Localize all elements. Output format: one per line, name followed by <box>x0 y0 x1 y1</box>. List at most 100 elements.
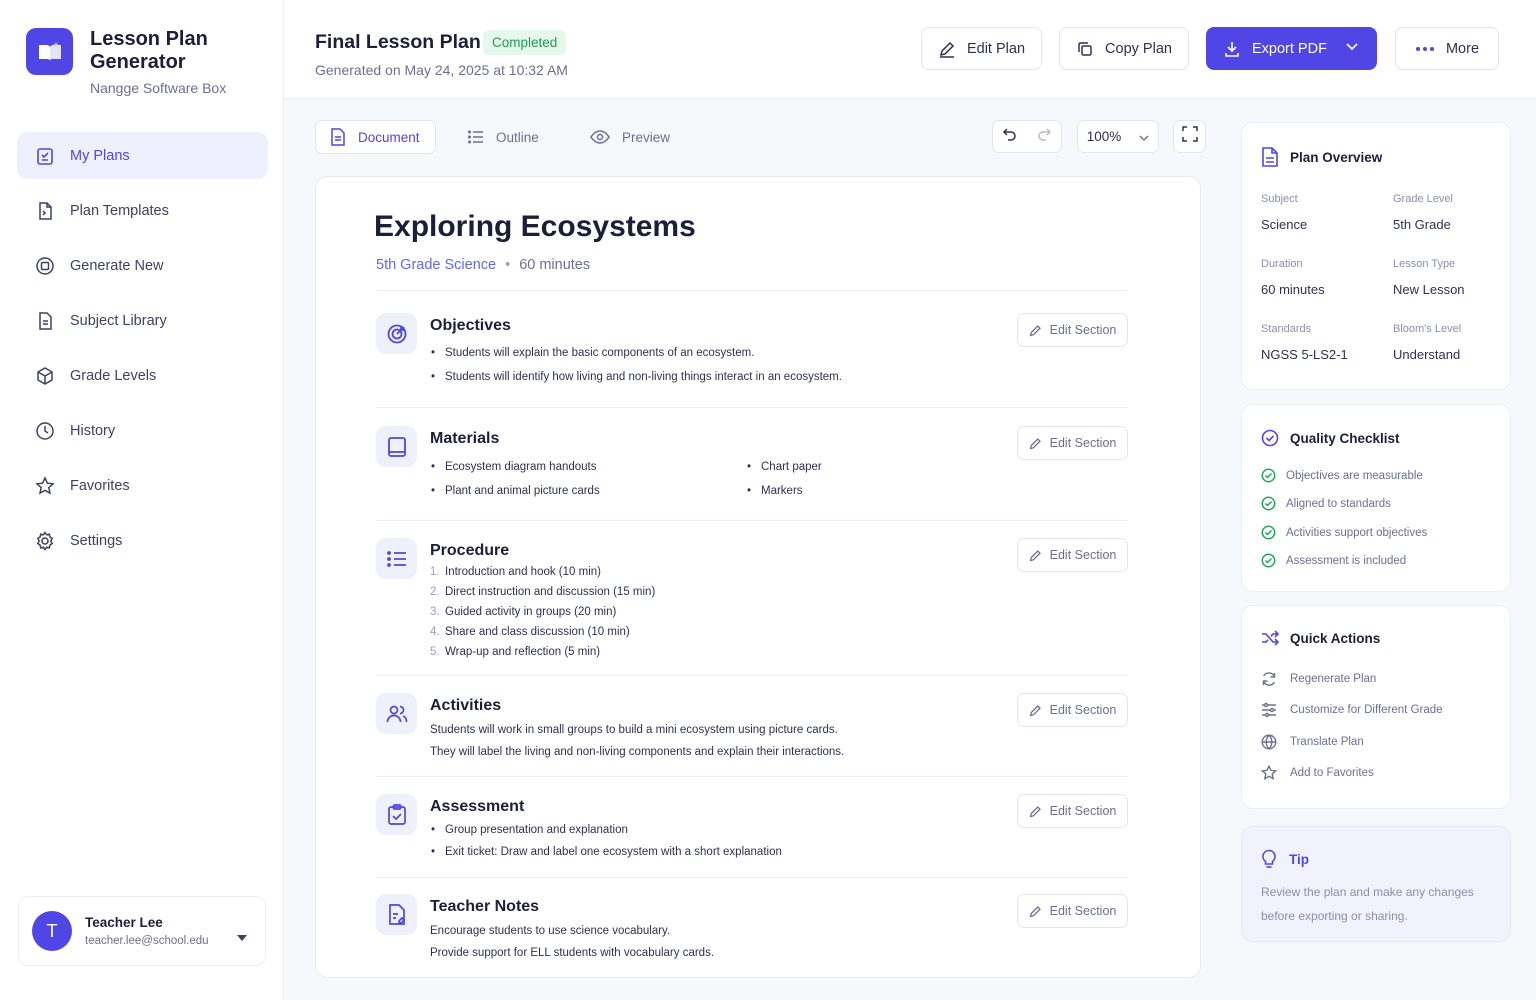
avatar: T <box>32 911 72 951</box>
assessment-list: Group presentation and explanation Exit … <box>430 819 782 863</box>
lightbulb-icon <box>1261 849 1277 869</box>
star-icon <box>34 475 56 497</box>
checklist-item: Assessment is included <box>1261 553 1406 568</box>
tab-outline[interactable]: Outline <box>454 120 558 154</box>
list-item: Exit ticket: Draw and label one ecosyste… <box>430 841 782 863</box>
sidebar-item-label: Generate New <box>70 257 164 274</box>
quick-action-customize[interactable]: Customize for Different Grade <box>1261 702 1443 718</box>
tab-preview[interactable]: Preview <box>576 120 686 154</box>
quick-action-favorite[interactable]: Add to Favorites <box>1261 765 1374 781</box>
quick-action-translate[interactable]: Translate Plan <box>1261 734 1364 750</box>
sidebar-item-my-plans[interactable]: My Plans <box>17 132 268 179</box>
tab-document[interactable]: Document <box>315 120 436 154</box>
list-item: 3. Guided activity in groups (20 min) <box>430 606 617 618</box>
section-procedure: Procedure Edit Section 1. Introduction an… <box>376 538 1128 676</box>
overview-value: 5th Grade <box>1393 217 1451 232</box>
list-item: Ecosystem diagram handouts <box>430 455 600 479</box>
document-icon <box>1261 147 1279 167</box>
pencil-icon <box>938 40 956 58</box>
checklist-item: Activities support objectives <box>1261 525 1427 540</box>
objectives-list: Students will explain the basic componen… <box>430 341 842 389</box>
caret-down-icon[interactable] <box>237 928 247 946</box>
list-item: Markers <box>746 479 822 503</box>
clipboard-check-icon <box>376 794 417 835</box>
sidebar-item-label: Settings <box>70 532 123 549</box>
sidebar-item-history[interactable]: History <box>17 407 268 454</box>
clock-icon <box>34 420 56 442</box>
quick-action-regenerate[interactable]: Regenerate Plan <box>1261 671 1376 687</box>
sidebar-item-label: Grade Levels <box>70 367 157 384</box>
paragraph-line: Encourage students to use science vocabu… <box>430 925 671 937</box>
divider <box>376 877 1128 878</box>
edit-section-label: Edit Section <box>1049 548 1117 562</box>
more-dots-icon <box>1415 46 1435 52</box>
sidebar-item-grade-levels[interactable]: Grade Levels <box>17 352 268 399</box>
chevron-down-icon[interactable] <box>1346 43 1358 51</box>
edit-plan-button[interactable]: Edit Plan <box>921 27 1042 70</box>
edit-section-label: Edit Section <box>1049 804 1117 818</box>
sidebar-item-label: Subject Library <box>70 312 167 329</box>
overview-label: Subject <box>1261 193 1298 205</box>
eye-icon <box>590 130 610 144</box>
app-subtitle: Nangge Software Box <box>90 80 227 96</box>
edit-section-label: Edit Section <box>1049 436 1117 450</box>
tab-label: Document <box>358 129 420 145</box>
divider <box>376 675 1128 676</box>
sidebar: Lesson Plan Generator Nangge Software Bo… <box>0 0 284 1000</box>
list-item: Plant and animal picture cards <box>430 479 600 503</box>
section-title: Teacher Notes <box>430 898 540 915</box>
overview-label: Duration <box>1261 258 1303 270</box>
export-pdf-button[interactable]: Export PDF <box>1206 27 1377 70</box>
overview-value: New Lesson <box>1393 282 1465 297</box>
edit-section-button[interactable]: Edit Section <box>1017 538 1128 572</box>
more-button[interactable]: More <box>1395 27 1499 70</box>
pencil-icon <box>1029 905 1042 918</box>
quality-checklist-card: Quality Checklist Objectives are measura… <box>1241 404 1511 592</box>
edit-plan-label: Edit Plan <box>966 40 1026 57</box>
undo-icon[interactable] <box>1002 126 1018 147</box>
list-icon <box>468 130 484 144</box>
overview-label: Lesson Type <box>1393 258 1456 270</box>
sidebar-item-settings[interactable]: Settings <box>17 517 268 564</box>
section-teacher-notes: Teacher Notes Edit Section Encourage stu… <box>376 894 1128 974</box>
edit-section-button[interactable]: Edit Section <box>1017 426 1128 460</box>
star-icon <box>1261 765 1277 781</box>
edit-section-button[interactable]: Edit Section <box>1017 693 1128 727</box>
overview-label: Grade Level <box>1393 193 1453 205</box>
sidebar-item-favorites[interactable]: Favorites <box>17 462 268 509</box>
check-circle-icon <box>1261 496 1276 511</box>
sidebar-item-plan-templates[interactable]: Plan Templates <box>17 187 268 234</box>
copy-icon <box>1076 40 1094 58</box>
divider <box>376 520 1128 521</box>
tip-text: Review the plan and make any changes bef… <box>1261 885 1474 923</box>
section-activities: Activities Edit Section Students will wo… <box>376 693 1128 777</box>
card-title: Plan Overview <box>1261 147 1382 167</box>
tip-title: Tip <box>1261 849 1309 869</box>
edit-section-button[interactable]: Edit Section <box>1017 313 1128 347</box>
copy-plan-button[interactable]: Copy Plan <box>1059 27 1189 70</box>
redo-icon[interactable] <box>1036 126 1052 147</box>
target-icon <box>376 313 417 354</box>
check-circle-icon <box>1261 468 1276 483</box>
materials-list-right: Chart paper Markers <box>746 455 822 503</box>
chevron-down-icon <box>1139 128 1149 146</box>
section-title: Activities <box>430 697 502 714</box>
card-title: Quick Actions <box>1261 630 1380 646</box>
sidebar-item-generate-new[interactable]: Generate New <box>17 242 268 289</box>
pencil-icon <box>1029 437 1042 450</box>
refresh-icon <box>1261 671 1277 687</box>
list-item: Chart paper <box>746 455 822 479</box>
overview-value: Understand <box>1393 347 1461 362</box>
user-menu[interactable]: T Teacher Lee teacher.lee@school.edu <box>18 896 266 966</box>
sidebar-item-label: History <box>70 422 116 439</box>
sidebar-item-subject-library[interactable]: Subject Library <box>17 297 268 344</box>
overview-value: 60 minutes <box>1261 282 1325 297</box>
fullscreen-button[interactable] <box>1173 120 1206 153</box>
list-item: Students will explain the basic componen… <box>430 341 842 365</box>
lesson-grade: 5th Grade Science <box>376 257 497 273</box>
edit-section-button[interactable]: Edit Section <box>1017 894 1128 928</box>
brand: Lesson Plan Generator Nangge Software Bo… <box>26 28 240 96</box>
edit-section-button[interactable]: Edit Section <box>1017 794 1128 828</box>
zoom-select[interactable]: 100% <box>1077 120 1159 153</box>
card-title-label: Plan Overview <box>1290 149 1383 165</box>
